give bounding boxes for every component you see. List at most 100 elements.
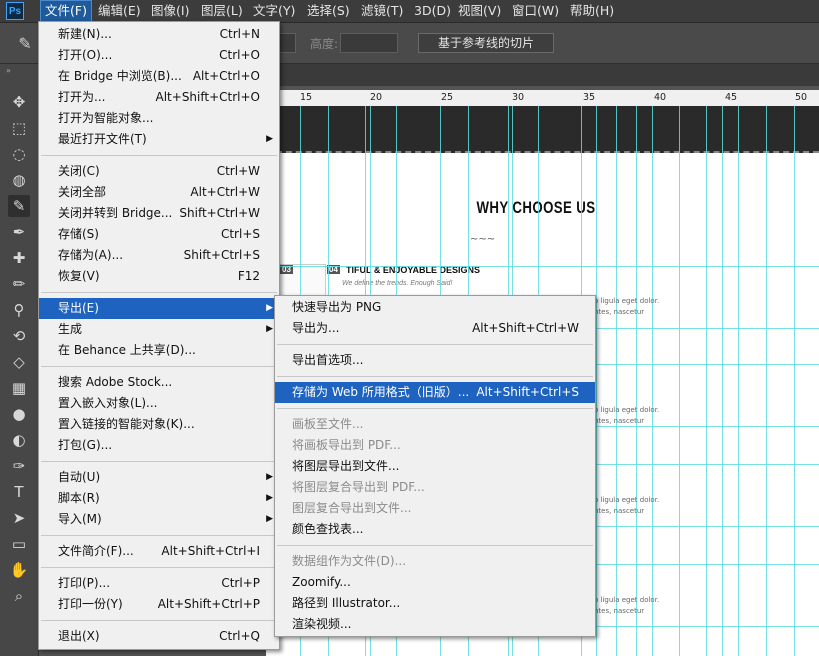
menu-item[interactable]: 存储(S) Ctrl+S	[39, 224, 279, 245]
menubar-item-9[interactable]: 窗口(W)	[508, 0, 563, 22]
menubar-item-5[interactable]: 选择(S)	[303, 0, 354, 22]
menu-item[interactable]: 新建(N)... Ctrl+N	[39, 24, 279, 45]
menu-item-label: 渲染视频...	[292, 617, 352, 631]
menu-item[interactable]: 文件简介(F)... Alt+Shift+Ctrl+I	[39, 541, 279, 562]
guide-vertical	[636, 106, 637, 656]
menu-item[interactable]: 生成 ▶	[39, 319, 279, 340]
menu-item[interactable]: 存储为 Web 所用格式（旧版）... Alt+Shift+Ctrl+S	[275, 382, 595, 403]
menubar: Ps 文件(F) 编辑(E) 图像(I) 图层(L) 文字(Y) 选择(S) 滤镜(T) 3D…	[0, 0, 819, 23]
dodge-icon[interactable]: ◐	[8, 429, 30, 451]
menu-item[interactable]: 颜色查找表...	[275, 519, 595, 540]
menu-item[interactable]: 置入链接的智能对象(K)...	[39, 414, 279, 435]
menu-item-label: 搜索 Adobe Stock...	[58, 375, 173, 389]
menu-item[interactable]: 路径到 Illustrator...	[275, 593, 595, 614]
menu-item[interactable]: 恢复(V) F12	[39, 266, 279, 287]
menu-item[interactable]: 关闭(C) Ctrl+W	[39, 161, 279, 182]
export-submenu: 快速导出为 PNG 导出为... Alt+Shift+Ctrl+W 导出首选项... 存…	[274, 295, 596, 637]
slice-tool-preset-icon[interactable]: ✎	[12, 31, 38, 57]
menubar-item-7[interactable]: 3D(D)	[410, 0, 455, 22]
menu-item-label: 导出为...	[292, 321, 340, 335]
ruler-mark: 40	[654, 92, 667, 103]
panel-collapse-icon[interactable]: »	[6, 66, 11, 75]
type-icon[interactable]: T	[8, 481, 30, 503]
menu-item[interactable]: 打开(O)... Ctrl+O	[39, 45, 279, 66]
submenu-arrow-icon: ▶	[266, 303, 273, 313]
menu-item-label: 图层复合导出到文件...	[292, 501, 412, 515]
menu-item[interactable]: 最近打开文件(T) ▶	[39, 129, 279, 150]
menu-item[interactable]: 脚本(R) ▶	[39, 488, 279, 509]
menu-item[interactable]: 导出为... Alt+Shift+Ctrl+W	[275, 318, 595, 339]
menubar-item-1[interactable]: 编辑(E)	[94, 0, 145, 22]
guide-vertical	[766, 106, 767, 656]
eyedropper-icon[interactable]: ✒	[8, 221, 30, 243]
menu-item[interactable]: 打印(P)... Ctrl+P	[39, 573, 279, 594]
healing-brush-icon[interactable]: ✚	[8, 247, 30, 269]
menubar-item-10[interactable]: 帮助(H)	[566, 0, 618, 22]
lasso-icon[interactable]: ◌	[8, 143, 30, 165]
menu-item-shortcut: Alt+Shift+Ctrl+I	[161, 544, 260, 558]
body-text-line: ntes, nascetur	[594, 507, 645, 515]
menu-item-shortcut: Shift+Ctrl+S	[183, 248, 260, 262]
menu-item[interactable]: 将图层导出到文件...	[275, 456, 595, 477]
menu-item-shortcut: F12	[237, 269, 260, 283]
quick-select-icon[interactable]: ◍	[8, 169, 30, 191]
menubar-item-0[interactable]: 文件(F)	[40, 0, 92, 22]
menubar-item-3[interactable]: 图层(L)	[197, 0, 247, 22]
menu-item[interactable]: 打包(G)...	[39, 435, 279, 456]
ruler-mark: 45	[725, 92, 738, 103]
menu-item[interactable]: 打开为智能对象...	[39, 108, 279, 129]
horizontal-ruler: 15 20 25 30 35 40 45 50	[266, 90, 819, 107]
pen-icon[interactable]: ✑	[8, 455, 30, 477]
menu-item[interactable]: 快速导出为 PNG	[275, 297, 595, 318]
menubar-item-4[interactable]: 文字(Y)	[249, 0, 299, 22]
menu-item[interactable]: 关闭全部 Alt+Ctrl+W	[39, 182, 279, 203]
menu-item: 数据组作为文件(D)...	[275, 551, 595, 572]
menu-item[interactable]: 打印一份(Y) Alt+Shift+Ctrl+P	[39, 594, 279, 615]
gradient-icon[interactable]: ▦	[8, 377, 30, 399]
history-brush-icon[interactable]: ⟲	[8, 325, 30, 347]
menu-item[interactable]: 导出(E) ▶	[39, 298, 279, 319]
menu-item[interactable]: 渲染视频...	[275, 614, 595, 635]
hand-icon[interactable]: ✋	[8, 559, 30, 581]
rectangle-icon[interactable]: ▭	[8, 533, 30, 555]
menu-item[interactable]: 导入(M) ▶	[39, 509, 279, 530]
menubar-item-8[interactable]: 视图(V)	[454, 0, 505, 22]
menu-separator	[41, 535, 277, 536]
menu-item: 画板至文件...	[275, 414, 595, 435]
blur-icon[interactable]: ●	[8, 403, 30, 425]
brush-icon[interactable]: ✏	[8, 273, 30, 295]
zoom-icon[interactable]: ⌕	[8, 585, 30, 607]
menu-item[interactable]: Zoomify...	[275, 572, 595, 593]
menu-item-shortcut: Ctrl+Q	[219, 629, 260, 643]
menu-item-label: 颜色查找表...	[292, 522, 364, 536]
path-select-icon[interactable]: ➤	[8, 507, 30, 529]
height-field[interactable]	[340, 33, 398, 53]
menu-item[interactable]: 存储为(A)... Shift+Ctrl+S	[39, 245, 279, 266]
menu-item[interactable]: 打开为... Alt+Shift+Ctrl+O	[39, 87, 279, 108]
menubar-item-6[interactable]: 滤镜(T)	[357, 0, 407, 22]
move-icon[interactable]: ✥	[8, 91, 30, 113]
menu-item-shortcut: Ctrl+W	[216, 164, 260, 178]
menu-item-label: 将图层复合导出到 PDF...	[292, 480, 425, 494]
slice-icon[interactable]: ✎	[8, 195, 30, 217]
menu-item[interactable]: 在 Behance 上共享(D)...	[39, 340, 279, 361]
marquee-icon[interactable]: ⬚	[8, 117, 30, 139]
menu-item[interactable]: 退出(X) Ctrl+Q	[39, 626, 279, 647]
menu-item-shortcut: Ctrl+S	[220, 227, 260, 241]
eraser-icon[interactable]: ◇	[8, 351, 30, 373]
menu-item-label: 导出(E)	[58, 301, 99, 315]
menu-item-label: 退出(X)	[58, 629, 100, 643]
menu-item[interactable]: 关闭并转到 Bridge... Shift+Ctrl+W	[39, 203, 279, 224]
menu-item[interactable]: 置入嵌入对象(L)...	[39, 393, 279, 414]
menu-item[interactable]: 自动(U) ▶	[39, 467, 279, 488]
menu-item[interactable]: 在 Bridge 中浏览(B)... Alt+Ctrl+O	[39, 66, 279, 87]
menu-item[interactable]: 搜索 Adobe Stock...	[39, 372, 279, 393]
menu-separator	[277, 376, 593, 377]
slices-from-guides-button[interactable]: 基于参考线的切片	[418, 33, 554, 53]
menu-item[interactable]: 导出首选项...	[275, 350, 595, 371]
submenu-arrow-icon: ▶	[266, 514, 273, 524]
menubar-item-2[interactable]: 图像(I)	[147, 0, 193, 22]
menu-item-label: 打开为...	[58, 90, 106, 104]
stamp-icon[interactable]: ⚲	[8, 299, 30, 321]
menu-item-label: 生成	[58, 322, 83, 336]
